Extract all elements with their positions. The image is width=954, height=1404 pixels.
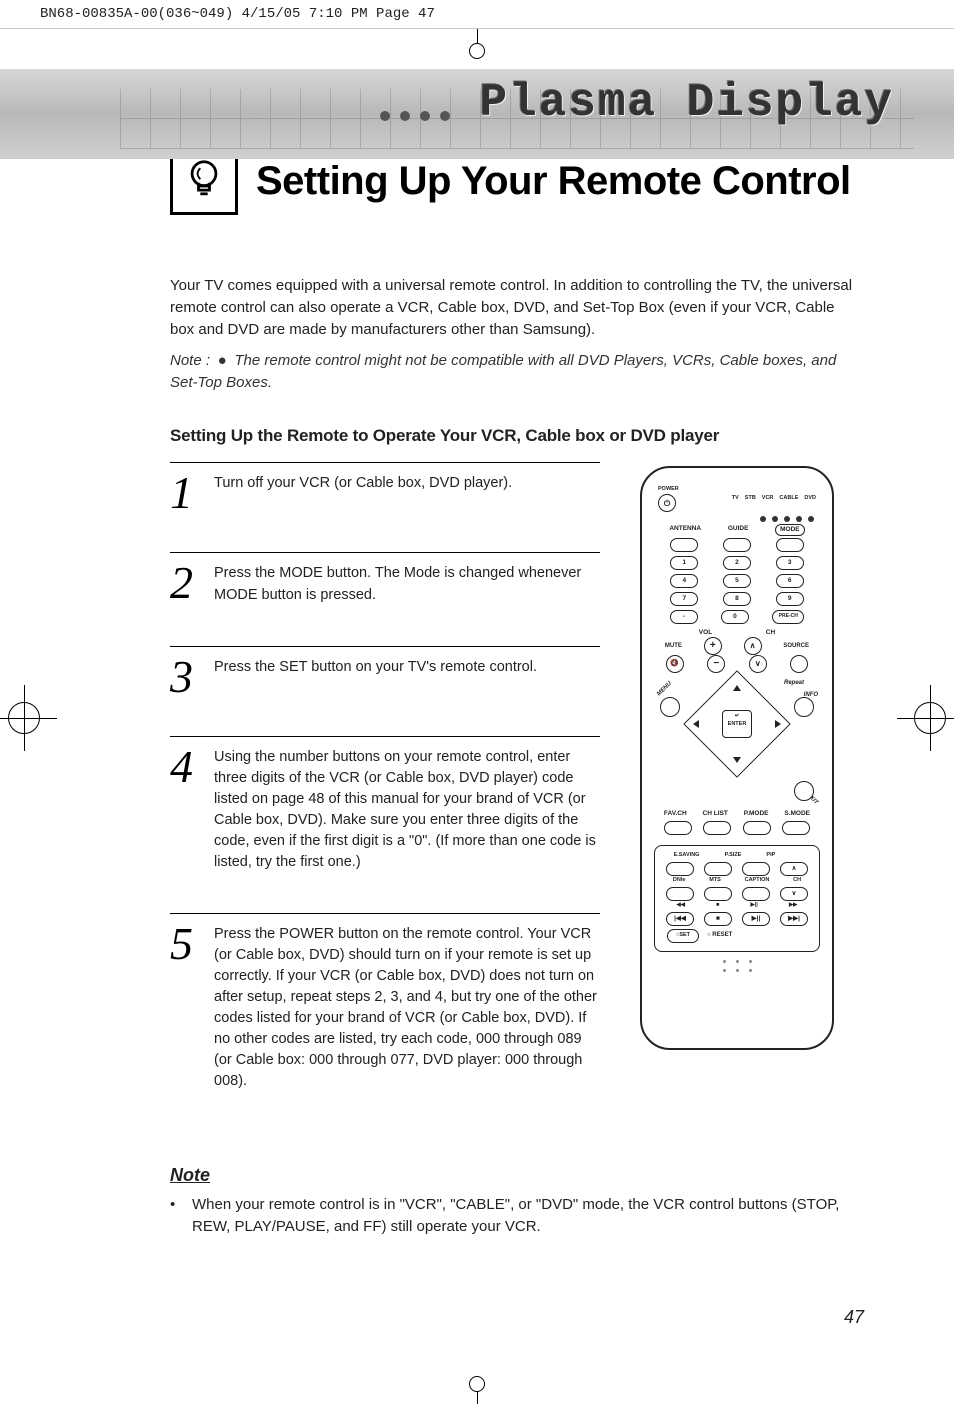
crop-mark-bottom (0, 1368, 954, 1404)
fast-forward-icon: ▶▶ (789, 902, 797, 910)
step-text: Press the POWER button on the remote con… (214, 924, 600, 1092)
step-number: 5 (170, 924, 204, 1092)
step-text: Press the MODE button. The Mode is chang… (214, 563, 600, 605)
note-body: When your remote control is in "VCR", "C… (192, 1194, 854, 1238)
remote-diagram: POWER ⏻ TV STB VCR CABLE DVD (640, 466, 834, 1050)
banner-title: Plasma Display (480, 77, 894, 129)
page-title: Setting Up Your Remote Control (256, 159, 851, 204)
step-2: 2 Press the MODE button. The Mode is cha… (170, 552, 600, 645)
rewind-icon: ◀◀ (677, 902, 685, 910)
step-text: Turn off your VCR (or Cable box, DVD pla… (214, 473, 600, 512)
page-number: 47 (0, 1277, 954, 1368)
stop-icon: ■ (716, 902, 719, 910)
step-text: Using the number buttons on your remote … (214, 747, 600, 873)
step-number: 2 (170, 563, 204, 605)
lower-panel: E.SAVING P.SIZE PIP ∧ DNIe MTS CAPTION (654, 845, 820, 952)
intro-paragraph: Your TV comes equipped with a universal … (170, 275, 854, 340)
step-number: 4 (170, 747, 204, 873)
info-icon (794, 697, 814, 717)
bullet-icon: • (170, 1194, 184, 1238)
play-pause-icon: ▶|| (751, 902, 758, 910)
banner: Plasma Display (0, 69, 954, 159)
crop-mark-top (0, 29, 954, 69)
step-5: 5 Press the POWER button on the remote c… (170, 913, 600, 1132)
print-header: BN68-00835A-00(036~049) 4/15/05 7:10 PM … (0, 0, 954, 29)
note-section: Note • When your remote control is in "V… (170, 1162, 854, 1238)
power-icon: ⏻ (658, 494, 676, 512)
step-number: 3 (170, 657, 204, 696)
mute-icon: 🔇 (666, 655, 684, 673)
step-text: Press the SET button on your TV's remote… (214, 657, 600, 696)
crop-mark-right (914, 702, 946, 734)
section-subhead: Setting Up the Remote to Operate Your VC… (170, 424, 854, 449)
step-1: 1 Turn off your VCR (or Cable box, DVD p… (170, 462, 600, 552)
step-3: 3 Press the SET button on your TV's remo… (170, 646, 600, 736)
crop-mark-left (8, 702, 40, 734)
steps-list: 1 Turn off your VCR (or Cable box, DVD p… (170, 462, 600, 1131)
compat-note: Note : ● The remote control might not be… (170, 350, 854, 394)
dpad-icon: ↵ENTER (687, 679, 787, 769)
note-heading: Note (170, 1162, 854, 1188)
menu-icon (660, 697, 680, 717)
step-4: 4 Using the number buttons on your remot… (170, 736, 600, 913)
step-number: 1 (170, 473, 204, 512)
